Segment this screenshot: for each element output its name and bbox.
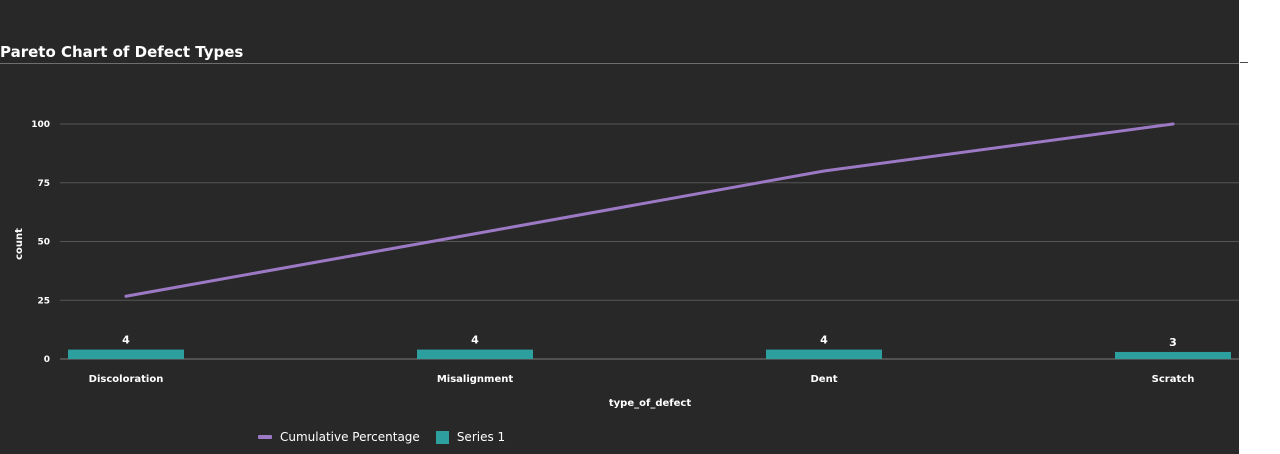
y-tick-label: 100 — [31, 120, 50, 130]
y-tick-label: 0 — [44, 355, 50, 365]
y-tick-label: 50 — [37, 238, 50, 248]
bar — [417, 349, 533, 359]
bar-data-label: 4 — [122, 334, 130, 347]
panel-edge-tick — [1240, 62, 1248, 63]
y-tick-label: 75 — [37, 179, 50, 189]
y-axis-ticks: 0 25 50 75 100 — [31, 120, 50, 365]
grid-lines — [60, 123, 1239, 360]
y-tick-label: 25 — [37, 296, 50, 306]
line-point — [473, 232, 477, 236]
bar — [1115, 351, 1231, 359]
x-axis-label: type_of_defect — [609, 398, 691, 409]
x-tick-label: Discoloration — [89, 374, 164, 385]
legend-item-series-1[interactable]: Series 1 — [435, 430, 506, 444]
y-axis-label: count — [14, 228, 25, 260]
chart-plot: 0 25 50 75 100 4 4 4 3 Discoloration Misalignmen… — [14, 120, 1239, 409]
line-point — [822, 169, 826, 173]
bar — [68, 349, 184, 359]
bar-series: 4 4 4 3 — [68, 334, 1231, 359]
bar-data-label: 3 — [1169, 336, 1177, 349]
line-point — [1171, 122, 1175, 126]
chart-panel: Pareto Chart of Defect Types 0 25 50 75 100 … — [0, 0, 1239, 454]
legend-swatch-line — [258, 435, 272, 439]
x-tick-label: Dent — [811, 374, 838, 385]
cumulative-line — [124, 122, 1175, 298]
x-tick-label: Scratch — [1152, 374, 1195, 385]
x-axis-ticks: Discoloration Misalignment Dent Scratch — [89, 374, 1195, 385]
line-series — [124, 122, 1175, 298]
bar — [766, 349, 882, 359]
x-tick-label: Misalignment — [437, 374, 514, 385]
legend-item-cumulative[interactable]: Cumulative Percentage — [258, 430, 420, 444]
legend-swatch-box — [435, 430, 449, 444]
line-point — [124, 294, 128, 298]
legend-label: Series 1 — [456, 430, 506, 444]
bar-data-label: 4 — [820, 334, 828, 347]
bar-data-label: 4 — [471, 334, 479, 347]
legend-label: Cumulative Percentage — [280, 430, 420, 444]
chart-legend: Cumulative Percentage Series 1 — [258, 430, 521, 444]
